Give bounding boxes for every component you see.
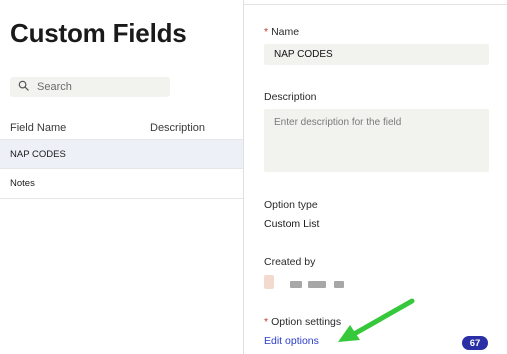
description-label: Description — [264, 91, 317, 103]
edit-options-link[interactable]: Edit options — [264, 335, 319, 347]
notification-count-badge[interactable]: 67 — [462, 336, 488, 350]
redacted-name-block — [308, 281, 326, 288]
required-marker: * — [264, 26, 269, 38]
table-row-nap-codes[interactable]: NAP CODES — [0, 139, 243, 169]
option-type-label: Option type — [264, 199, 318, 211]
avatar — [264, 275, 274, 289]
field-name-cell: NAP CODES — [10, 148, 66, 160]
custom-fields-list-pane: Custom Fields Field Name Description NAP… — [0, 0, 243, 354]
search-input[interactable] — [37, 81, 157, 93]
name-label-text: Name — [271, 26, 300, 38]
search-icon — [18, 78, 29, 96]
column-header-field-name[interactable]: Field Name — [10, 122, 66, 134]
required-marker: * — [264, 316, 269, 328]
redacted-name-block — [290, 281, 302, 288]
page-title: Custom Fields — [10, 18, 187, 48]
field-name-cell: Notes — [10, 178, 35, 189]
name-label: * Name — [264, 26, 299, 38]
redacted-name-block — [334, 281, 344, 288]
option-type-value: Custom List — [264, 218, 320, 230]
table-row-notes[interactable]: Notes — [0, 169, 243, 199]
green-arrow-icon — [338, 298, 415, 342]
detail-top-strip — [244, 0, 507, 5]
description-field[interactable] — [264, 109, 489, 172]
column-header-description[interactable]: Description — [150, 122, 205, 134]
created-by-label: Created by — [264, 256, 316, 268]
search-box[interactable] — [10, 77, 170, 97]
name-field[interactable] — [264, 44, 489, 65]
